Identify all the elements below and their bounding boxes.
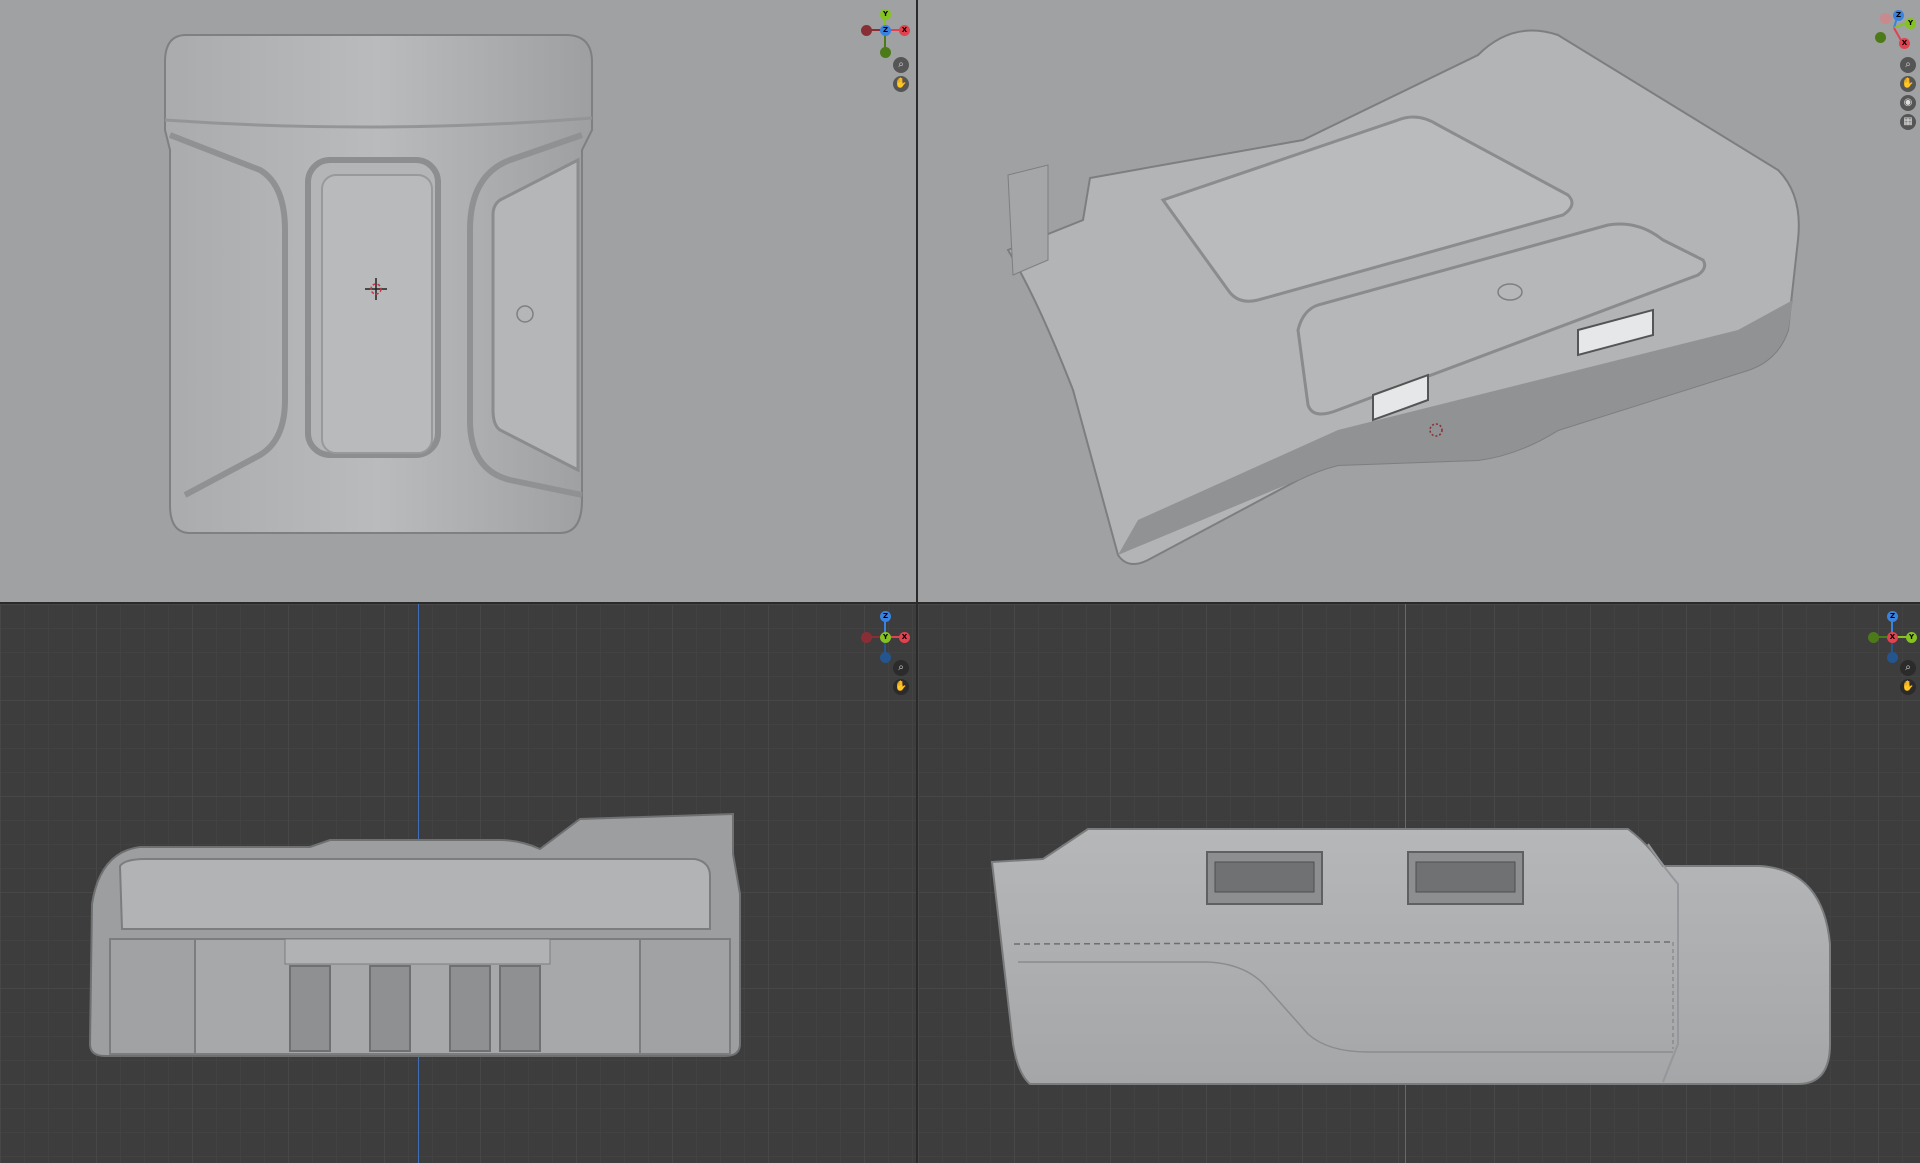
gizmo-neg-x-axis[interactable] [861,25,872,36]
gizmo-x-axis[interactable]: X [1899,38,1910,49]
gizmo-x-axis[interactable]: X [899,25,910,36]
gizmo-neg-y-axis[interactable] [880,47,891,58]
hand-pan-icon[interactable]: ✋ [1900,679,1916,695]
gizmo-neg-x-axis[interactable] [861,632,872,643]
viewport-perspective[interactable]: Z Y X ⌕ ✋ ◉ ▦ [918,0,1920,602]
gizmo-y-axis[interactable]: Y [880,9,891,20]
viewport-front[interactable]: Z X Y ⌕ ✋ [0,604,916,1163]
gizmo-z-axis[interactable]: Z [1887,611,1898,622]
model-top-view [164,34,593,534]
zoom-icon[interactable]: ⌕ [1900,660,1916,676]
zoom-icon[interactable]: ⌕ [1900,57,1916,73]
grid-toggle-icon[interactable]: ▦ [1900,114,1916,130]
gizmo-x-axis[interactable]: X [899,632,910,643]
camera-icon[interactable]: ◉ [1900,95,1916,111]
hand-pan-icon[interactable]: ✋ [1900,76,1916,92]
viewport-side[interactable]: Z Y X ⌕ ✋ [918,604,1920,1163]
gizmo-neg-z-axis[interactable] [880,652,891,663]
zoom-icon[interactable]: ⌕ [893,660,909,676]
model-side-view [990,828,1831,1085]
gizmo-neg-y-axis[interactable] [1868,632,1879,643]
model-perspective-view [1006,29,1800,565]
gizmo-z-axis[interactable]: Z [880,25,891,36]
hand-pan-icon[interactable]: ✋ [893,76,909,92]
gizmo-neg-z-axis[interactable] [1887,652,1898,663]
navigation-gizmo[interactable]: Z X Y [855,608,915,668]
viewport-top[interactable]: Y X Z ⌕ ✋ [0,0,916,602]
model-front-view [88,812,741,1057]
gizmo-x-axis[interactable]: X [1887,632,1898,643]
navigation-gizmo[interactable]: Z Y X [1866,608,1918,668]
gizmo-z-axis[interactable]: Z [1893,10,1904,21]
zoom-icon[interactable]: ⌕ [893,57,909,73]
gizmo-y-axis[interactable]: Y [1905,18,1916,29]
gizmo-neg-x-axis[interactable] [1880,13,1891,24]
gizmo-z-axis[interactable]: Z [880,611,891,622]
gizmo-y-axis[interactable]: Y [1906,632,1917,643]
hand-pan-icon[interactable]: ✋ [893,679,909,695]
gizmo-y-axis[interactable]: Y [880,632,891,643]
gizmo-neg-y-axis[interactable] [1875,32,1886,43]
